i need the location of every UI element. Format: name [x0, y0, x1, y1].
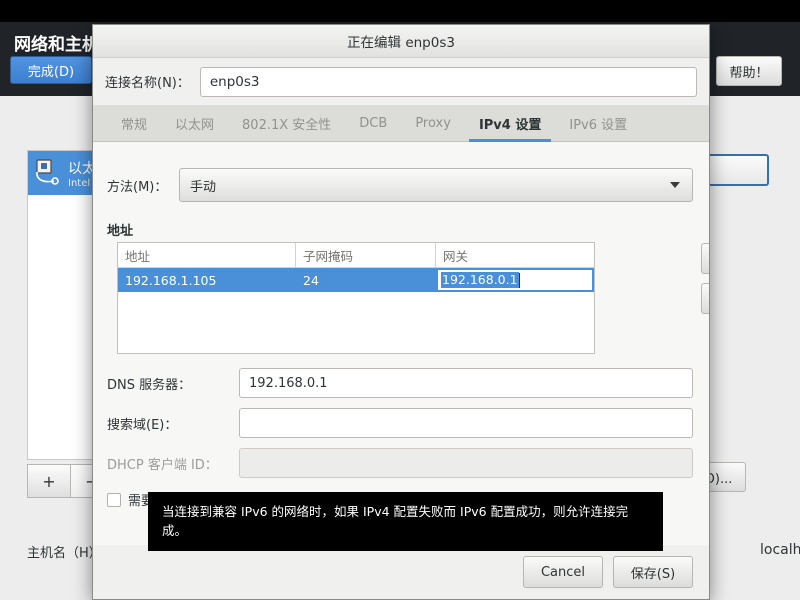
tab-8021x-security[interactable]: 802.1X 安全性 — [228, 105, 345, 141]
tab-ethernet[interactable]: 以太网 — [161, 105, 228, 141]
dialog-tabbar: 常规 以太网 802.1X 安全性 DCB Proxy IPv4 设置 IPv6… — [93, 105, 709, 142]
dialog-footer: Cancel 保存(S) — [93, 545, 709, 599]
device-list[interactable]: 以太 Intel — [27, 150, 93, 460]
dns-servers-row: DNS 服务器： 192.168.0.1 — [107, 368, 693, 398]
tab-ipv4-settings[interactable]: IPv4 设置 — [465, 105, 555, 141]
addresses-heading: 地址 — [107, 220, 133, 239]
text-caret — [519, 273, 520, 288]
delete-address-button[interactable]: 删除(D) — [701, 283, 710, 314]
dns-servers-label: DNS 服务器： — [107, 374, 239, 393]
method-label: 方法(M)： — [107, 176, 179, 195]
list-item[interactable]: 以太 Intel — [28, 151, 92, 195]
search-domains-input[interactable] — [239, 408, 693, 438]
done-button[interactable]: 完成(D) — [10, 56, 92, 84]
add-device-button[interactable]: + — [27, 464, 71, 498]
tab-dcb[interactable]: DCB — [345, 105, 401, 141]
column-header-address: 地址 — [118, 243, 296, 267]
column-header-gateway: 网关 — [436, 243, 594, 267]
add-address-button[interactable]: Add — [701, 243, 710, 274]
tab-proxy[interactable]: Proxy — [401, 105, 465, 141]
page-title: 网络和主机 — [14, 30, 99, 55]
tooltip-popup: 当连接到兼容 IPv6 的网络时，如果 IPv4 配置失败而 IPv6 配置成功… — [148, 492, 663, 551]
ipv4-settings-panel: 方法(M)： 手动 地址 地址 子网掩码 网关 192.168.1.105 24 — [93, 142, 709, 545]
help-button[interactable]: 帮助！ — [716, 56, 782, 86]
dhcp-client-id-input — [239, 448, 693, 478]
connection-name-input[interactable]: enp0s3 — [200, 67, 697, 97]
addresses-table[interactable]: 地址 子网掩码 网关 192.168.1.105 24 192.168.0.1 — [117, 242, 595, 354]
screen-root: 网络和主机 完成(D) 称 帮助！ 以太 — [0, 0, 800, 600]
method-dropdown[interactable]: 手动 — [179, 168, 693, 202]
chevron-down-icon — [670, 182, 680, 188]
dialog-title: 正在编辑 enp0s3 — [347, 31, 455, 51]
device-name: 以太 — [68, 158, 92, 178]
search-domains-label: 搜索域(E)： — [107, 414, 239, 433]
method-value: 手动 — [190, 176, 216, 195]
dns-servers-input[interactable]: 192.168.0.1 — [239, 368, 693, 398]
save-button[interactable]: 保存(S) — [613, 556, 693, 588]
dhcp-client-id-row: DHCP 客户端 ID： — [107, 448, 693, 478]
connection-name-row: 连接名称(N)： enp0s3 — [93, 58, 709, 105]
column-header-netmask: 子网掩码 — [296, 243, 436, 267]
tab-ipv6-settings[interactable]: IPv6 设置 — [555, 105, 641, 141]
cell-netmask[interactable]: 24 — [296, 268, 436, 292]
hostname-value: localhost — [760, 542, 800, 558]
device-model: Intel — [68, 178, 92, 189]
cell-gateway-editor[interactable]: 192.168.0.1 — [436, 268, 594, 292]
device-text-block: 以太 Intel — [68, 158, 92, 189]
cell-address[interactable]: 192.168.1.105 — [118, 268, 296, 292]
tab-general[interactable]: 常规 — [107, 105, 161, 141]
table-header-row: 地址 子网掩码 网关 — [118, 243, 594, 268]
dhcp-client-id-label: DHCP 客户端 ID： — [107, 454, 239, 473]
ethernet-icon — [34, 158, 64, 188]
cell-gateway-selected-text: 192.168.0.1 — [441, 272, 519, 288]
table-row[interactable]: 192.168.1.105 24 192.168.0.1 — [118, 268, 594, 292]
focused-field[interactable] — [707, 154, 769, 186]
require-ipv4-checkbox[interactable] — [107, 493, 121, 507]
hostname-label: 主机名（H） — [27, 542, 102, 561]
method-row: 方法(M)： 手动 — [107, 168, 693, 202]
connection-name-label: 连接名称(N)： — [105, 72, 190, 91]
dialog-titlebar: 正在编辑 enp0s3 — [93, 25, 709, 58]
cancel-button[interactable]: Cancel — [523, 556, 603, 588]
search-domains-row: 搜索域(E)： — [107, 408, 693, 438]
